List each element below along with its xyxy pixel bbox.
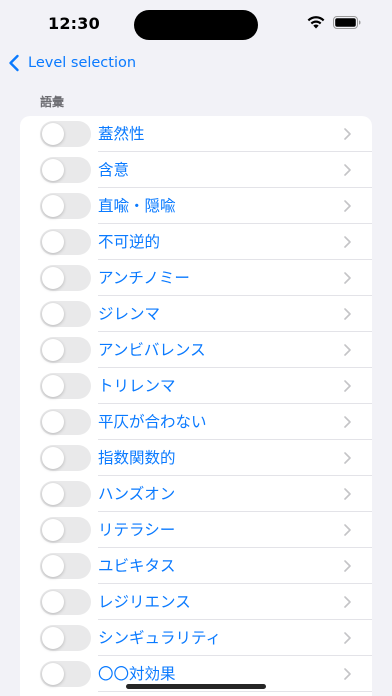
toggle-knob — [42, 267, 64, 289]
section-header: 語彙 — [40, 95, 65, 109]
list-item-label: ユビキタス — [98, 557, 176, 575]
level-toggle[interactable] — [40, 589, 91, 615]
level-toggle[interactable] — [40, 625, 91, 651]
toggle-knob — [42, 231, 64, 253]
list-item-label: アンチノミー — [98, 269, 190, 287]
toggle-knob — [42, 483, 64, 505]
list-item[interactable]: アンビバレンス — [20, 332, 372, 368]
list-item[interactable]: レジリエンス — [20, 584, 372, 620]
list-item-label: シンギュラリティ — [98, 629, 222, 647]
toggle-knob — [42, 303, 64, 325]
level-toggle[interactable] — [40, 229, 91, 255]
level-toggle[interactable] — [40, 337, 91, 363]
list-item[interactable]: 蓋然性 — [20, 116, 372, 152]
status-bar: 12:30 — [0, 0, 392, 48]
toggle-knob — [42, 447, 64, 469]
list-item-label: ジレンマ — [98, 305, 161, 323]
level-toggle[interactable] — [40, 661, 91, 687]
list-item-label: 平仄が合わない — [98, 413, 207, 431]
level-toggle[interactable] — [40, 193, 91, 219]
level-toggle[interactable] — [40, 265, 91, 291]
level-toggle[interactable] — [40, 121, 91, 147]
level-toggle[interactable] — [40, 157, 91, 183]
list-item-label: アンビバレンス — [98, 341, 206, 359]
list-item[interactable]: 指数関数的 — [20, 440, 372, 476]
level-toggle[interactable] — [40, 409, 91, 435]
list-item[interactable]: アンチノミー — [20, 260, 372, 296]
list-item-label: レジリエンス — [98, 593, 191, 611]
list-item[interactable]: 不可逆的 — [20, 224, 372, 260]
back-button-label: Level selection — [28, 55, 137, 71]
list-item[interactable]: ハンズオン — [20, 476, 372, 512]
home-indicator — [126, 684, 266, 689]
chevron-right-icon — [344, 164, 351, 176]
toggle-knob — [42, 519, 64, 541]
level-toggle[interactable] — [40, 373, 91, 399]
chevron-right-icon — [344, 128, 351, 140]
level-toggle[interactable] — [40, 301, 91, 327]
chevron-right-icon — [344, 416, 351, 428]
chevron-right-icon — [344, 524, 351, 536]
chevron-right-icon — [344, 236, 351, 248]
list-item[interactable]: リテラシー — [20, 512, 372, 548]
level-list: 蓋然性含意直喩・隠喩不可逆的アンチノミー ジレンマアンビバレンス トリレンマ平仄が合… — [20, 116, 372, 696]
chevron-right-icon — [344, 668, 351, 680]
chevron-right-icon — [344, 596, 351, 608]
chevron-right-icon — [344, 200, 351, 212]
level-toggle[interactable] — [40, 445, 91, 471]
level-toggle[interactable] — [40, 481, 91, 507]
chevron-right-icon — [344, 632, 351, 644]
chevron-right-icon — [344, 344, 351, 356]
list-item-label: 不可逆的 — [98, 233, 161, 251]
wifi-icon — [307, 16, 325, 29]
list-item[interactable]: 直喩・隠喩 — [20, 188, 372, 224]
list-item-label: 直喩・隠喩 — [98, 197, 176, 215]
chevron-right-icon — [344, 560, 351, 572]
list-item-label: ハンズオン — [98, 485, 176, 503]
toggle-knob — [42, 159, 64, 181]
list-item[interactable]: 含意 — [20, 152, 372, 188]
toggle-knob — [42, 663, 64, 685]
list-item-label: 指数関数的 — [98, 449, 176, 467]
list-item[interactable]: ジレンマ — [20, 296, 372, 332]
chevron-right-icon — [344, 488, 351, 500]
navigation-bar: Level selection — [0, 50, 392, 76]
screen: 12:30 Level selection 語彙 蓋然性含意直喩・隠喩不可逆的ア… — [0, 0, 392, 696]
list-item-label: 蓋然性 — [98, 125, 145, 143]
list-item[interactable]: ユビキタス — [20, 548, 372, 584]
chevron-right-icon — [344, 272, 351, 284]
list-item-label: 〇〇対効果 — [98, 665, 176, 683]
status-time: 12:30 — [48, 14, 100, 33]
list-item-label: トリレンマ — [98, 377, 176, 395]
back-button[interactable]: Level selection — [8, 52, 136, 74]
chevron-right-icon — [344, 308, 351, 320]
toggle-knob — [42, 591, 64, 613]
list-item[interactable]: トリレンマ — [20, 368, 372, 404]
toggle-knob — [42, 627, 64, 649]
toggle-knob — [42, 555, 64, 577]
toggle-knob — [42, 339, 64, 361]
list-item[interactable]: シンギュラリティ — [20, 620, 372, 656]
toggle-knob — [42, 123, 64, 145]
chevron-right-icon — [344, 380, 351, 392]
list-item-label: 含意 — [98, 161, 130, 179]
list-item[interactable]: 平仄が合わない — [20, 404, 372, 440]
level-toggle[interactable] — [40, 517, 91, 543]
dynamic-island — [134, 10, 258, 40]
chevron-left-icon — [9, 54, 19, 72]
battery-icon — [333, 16, 361, 29]
toggle-knob — [42, 375, 64, 397]
list-item-label: リテラシー — [98, 521, 176, 539]
toggle-knob — [42, 195, 64, 217]
level-toggle[interactable] — [40, 553, 91, 579]
toggle-knob — [42, 411, 64, 433]
chevron-right-icon — [344, 452, 351, 464]
